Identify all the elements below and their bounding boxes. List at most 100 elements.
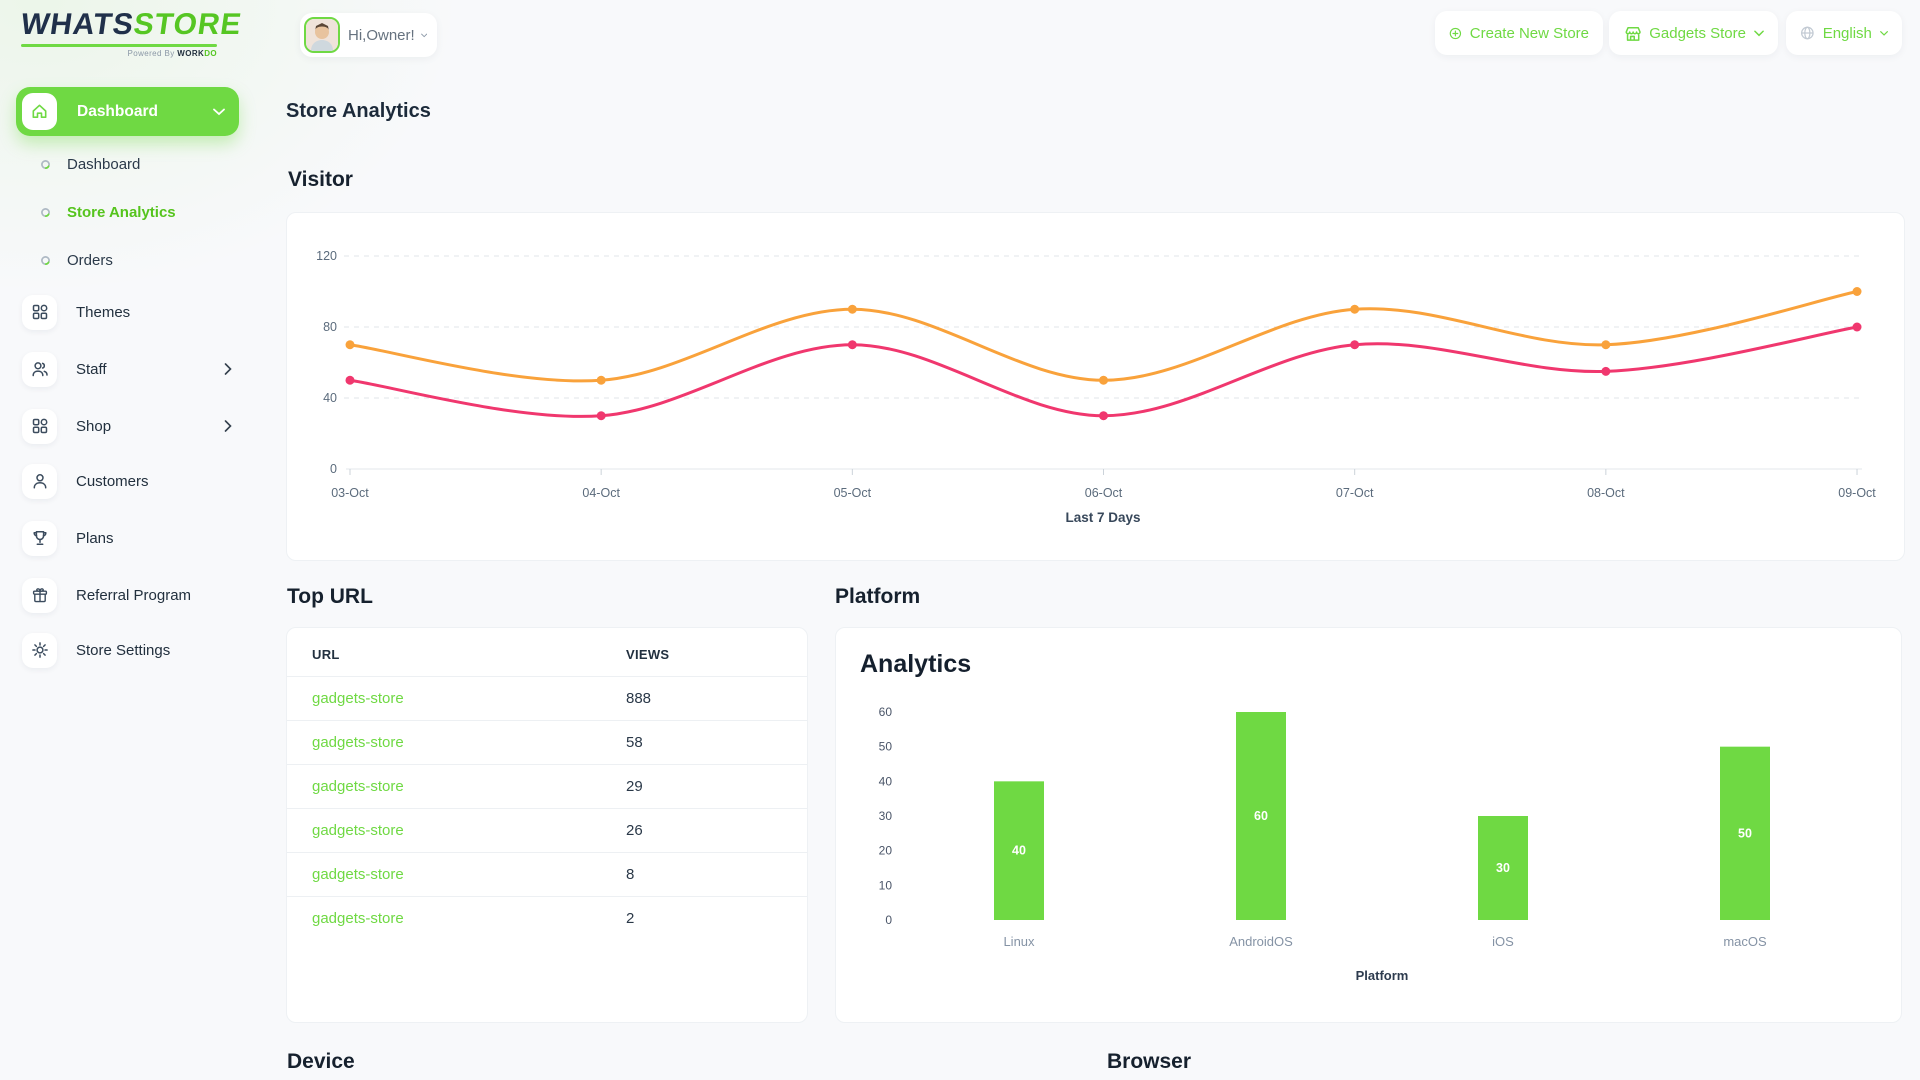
logo-wordmark: WHATSSTORE bbox=[18, 8, 244, 41]
svg-text:120: 120 bbox=[316, 249, 337, 263]
svg-text:80: 80 bbox=[323, 320, 337, 334]
svg-text:04-Oct: 04-Oct bbox=[582, 486, 620, 500]
data-point bbox=[1350, 340, 1360, 350]
visitor-line-chart: 0 40 80 120 03-Oct 04-Oct 05-Oct 06-Oct 07-Oct 08… bbox=[316, 249, 1876, 525]
svg-text:AndroidOS: AndroidOS bbox=[1229, 934, 1293, 949]
svg-text:macOS: macOS bbox=[1723, 934, 1767, 949]
sidebar-item-label: Plans bbox=[76, 529, 114, 547]
sidebar-item-shop[interactable]: Shop bbox=[22, 405, 240, 447]
sidebar-item-store-settings[interactable]: Store Settings bbox=[22, 629, 240, 671]
sidebar-sub-label: Store Analytics bbox=[67, 203, 176, 221]
sidebar-main-label: Dashboard bbox=[77, 102, 158, 120]
top-url-link[interactable]: gadgets-store bbox=[287, 808, 626, 853]
svg-text:03-Oct: 03-Oct bbox=[331, 486, 369, 500]
visitor-heading: Visitor bbox=[288, 168, 353, 191]
sidebar-item-themes[interactable]: Themes bbox=[22, 291, 240, 333]
sidebar-item-plans[interactable]: Plans bbox=[22, 517, 240, 559]
chevron-down-icon bbox=[213, 108, 225, 116]
device-heading: Device bbox=[287, 1050, 355, 1073]
data-point bbox=[345, 340, 355, 350]
whatsstore-logo[interactable]: WHATSSTORE Powered By WORKDO bbox=[18, 8, 244, 58]
top-url-link[interactable]: gadgets-store bbox=[287, 676, 626, 721]
svg-text:50: 50 bbox=[879, 740, 893, 754]
svg-text:40: 40 bbox=[879, 774, 893, 788]
svg-text:08-Oct: 08-Oct bbox=[1587, 486, 1625, 500]
top-url-card: URL VIEWS gadgets-store 888 gadgets-store 5… bbox=[286, 627, 808, 1023]
sidebar-item-staff[interactable]: Staff bbox=[22, 348, 240, 390]
sidebar-sub-label: Dashboard bbox=[67, 155, 141, 173]
top-url-heading: Top URL bbox=[287, 585, 373, 608]
data-point bbox=[1852, 322, 1862, 332]
data-point bbox=[1852, 287, 1862, 296]
top-url-link[interactable]: gadgets-store bbox=[287, 852, 626, 897]
svg-text:10: 10 bbox=[879, 878, 893, 892]
store-selector[interactable]: Gadgets Store bbox=[1609, 11, 1778, 55]
sidebar-item-store-analytics[interactable]: Store Analytics bbox=[40, 202, 240, 222]
svg-text:30: 30 bbox=[1496, 861, 1510, 875]
views-value: 26 bbox=[626, 808, 807, 853]
data-point bbox=[1099, 375, 1109, 385]
grid-icon bbox=[22, 294, 57, 330]
sidebar-item-dashboard[interactable]: Dashboard bbox=[40, 154, 240, 174]
gift-icon bbox=[22, 577, 57, 613]
column-header-url: URL bbox=[312, 647, 340, 662]
sidebar-item-label: Staff bbox=[76, 360, 107, 378]
table-row: gadgets-store 888 bbox=[287, 676, 807, 721]
sidebar-item-customers[interactable]: Customers bbox=[22, 460, 240, 502]
data-point bbox=[1099, 411, 1109, 421]
bullet-icon bbox=[41, 159, 50, 169]
page-title: Store Analytics bbox=[286, 100, 431, 122]
platform-heading: Platform bbox=[835, 585, 921, 608]
svg-text:09-Oct: 09-Oct bbox=[1838, 486, 1876, 500]
data-point bbox=[1601, 366, 1611, 376]
language-label: English bbox=[1822, 24, 1872, 42]
top-url-link[interactable]: gadgets-store bbox=[287, 896, 626, 940]
svg-text:Linux: Linux bbox=[1003, 934, 1035, 949]
top-url-table-body: gadgets-store 888 gadgets-store 58 gadgets-s… bbox=[287, 676, 807, 940]
svg-text:50: 50 bbox=[1738, 826, 1752, 840]
avatar-image bbox=[306, 19, 338, 51]
top-url-link[interactable]: gadgets-store bbox=[287, 764, 626, 809]
logo-powered-by: Powered By WORKDO bbox=[127, 49, 217, 58]
svg-text:0: 0 bbox=[330, 462, 337, 476]
logo-underline bbox=[21, 44, 217, 47]
chevron-down-icon bbox=[1754, 29, 1764, 36]
globe-icon bbox=[1801, 26, 1814, 40]
views-value: 888 bbox=[626, 676, 807, 721]
svg-text:60: 60 bbox=[879, 705, 893, 719]
user-menu[interactable]: Hi,Owner! bbox=[300, 13, 437, 57]
grid-icon bbox=[22, 408, 57, 444]
chevron-right-icon bbox=[224, 363, 232, 375]
top-url-link[interactable]: gadgets-store bbox=[287, 720, 626, 765]
user-icon bbox=[22, 463, 57, 499]
language-selector[interactable]: English bbox=[1786, 11, 1902, 55]
table-row: gadgets-store 58 bbox=[287, 720, 807, 765]
create-new-store-button[interactable]: Create New Store bbox=[1435, 11, 1603, 55]
svg-text:0: 0 bbox=[885, 913, 892, 927]
home-icon bbox=[22, 93, 57, 130]
platform-chart-card: Analytics 0 10 20 30 40 50 60 40 Linux 60 AndroidO… bbox=[835, 627, 1902, 1023]
bullet-icon bbox=[41, 207, 50, 217]
sidebar-item-orders[interactable]: Orders bbox=[40, 250, 240, 270]
svg-text:05-Oct: 05-Oct bbox=[834, 486, 872, 500]
plus-circle-icon bbox=[1449, 27, 1462, 39]
data-point bbox=[1350, 304, 1360, 314]
bullet-icon bbox=[41, 255, 50, 265]
create-new-store-label: Create New Store bbox=[1469, 24, 1589, 42]
views-value: 58 bbox=[626, 720, 807, 765]
svg-text:Platform: Platform bbox=[1356, 968, 1409, 983]
sidebar-item-dashboard-main[interactable]: Dashboard bbox=[16, 87, 239, 136]
greeting-label: Hi,Owner! bbox=[348, 26, 415, 44]
svg-text:40: 40 bbox=[1012, 844, 1026, 858]
svg-text:30: 30 bbox=[879, 809, 893, 823]
storefront-icon bbox=[1625, 26, 1641, 41]
table-row: gadgets-store 29 bbox=[287, 764, 807, 809]
sidebar-sub-label: Orders bbox=[67, 251, 113, 269]
sidebar-item-referral-program[interactable]: Referral Program bbox=[22, 574, 240, 616]
sidebar-item-label: Shop bbox=[76, 417, 112, 435]
users-icon bbox=[22, 351, 57, 387]
table-row: gadgets-store 8 bbox=[287, 852, 807, 897]
browser-heading: Browser bbox=[1107, 1050, 1192, 1073]
views-value: 8 bbox=[626, 852, 807, 897]
trophy-icon bbox=[22, 520, 57, 556]
